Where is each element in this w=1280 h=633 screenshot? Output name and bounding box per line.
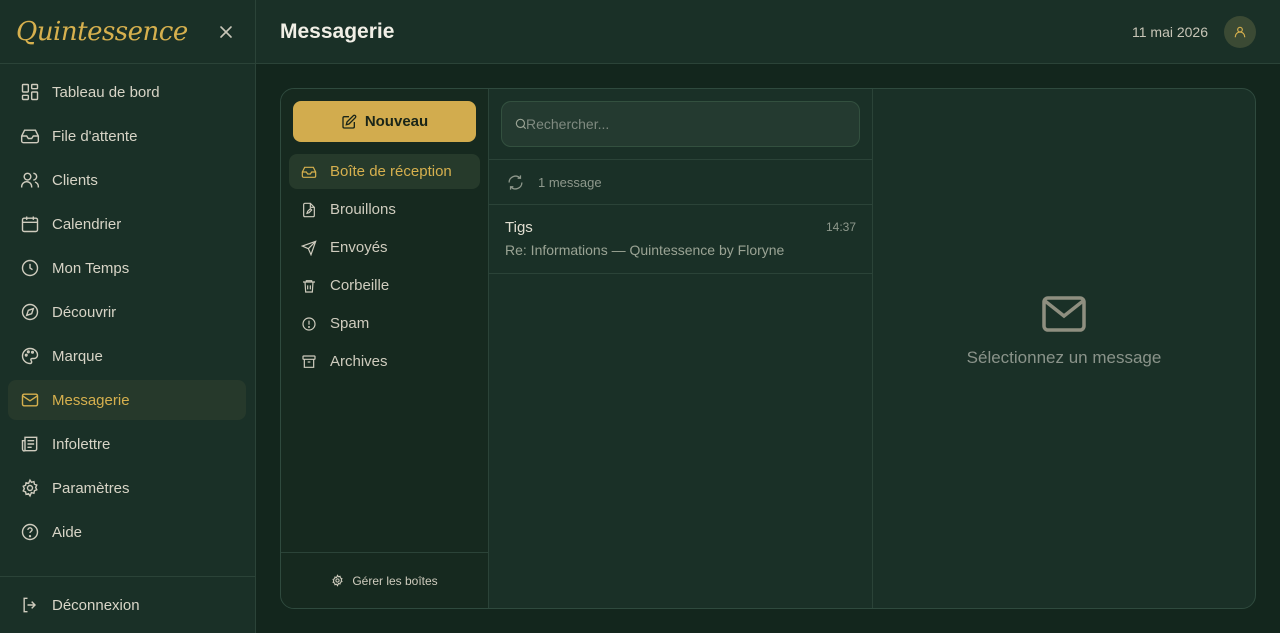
logout-label: Déconnexion	[52, 596, 140, 614]
folder-label: Spam	[330, 315, 370, 332]
close-icon	[220, 25, 232, 38]
sidebar-item-label: Découvrir	[52, 303, 117, 321]
sidebar-item-parametres[interactable]: Paramètres	[8, 468, 246, 508]
avatar[interactable]	[1224, 15, 1256, 48]
folder-trash[interactable]: Corbeille	[289, 268, 480, 303]
sidebar-item-file-attente[interactable]: File d'attente	[8, 116, 246, 156]
manage-mailboxes-button[interactable]: Gérer les boîtes	[281, 552, 488, 608]
folder-label: Corbeille	[330, 277, 390, 294]
sidebar-item-mon-temps[interactable]: Mon Temps	[8, 248, 246, 288]
close-sidebar-button[interactable]	[215, 21, 237, 43]
mail-icon	[21, 393, 39, 407]
gear-icon	[332, 574, 343, 587]
sidebar-nav: Tableau de bord File d'attente Clients C…	[0, 64, 255, 552]
compose-icon	[342, 114, 357, 129]
new-message-button[interactable]: Nouveau	[293, 101, 476, 142]
sidebar-item-aide[interactable]: Aide	[8, 512, 246, 552]
sidebar-item-marque[interactable]: Marque	[8, 336, 246, 376]
folder-label: Brouillons	[330, 201, 396, 218]
folder-drafts[interactable]: Brouillons	[289, 192, 480, 227]
folder-spam[interactable]: Spam	[289, 306, 480, 341]
inbox-tray-icon	[20, 129, 40, 144]
sidebar-item-tableau-de-bord[interactable]: Tableau de bord	[8, 72, 246, 112]
sidebar-item-clients[interactable]: Clients	[8, 160, 246, 200]
message-reader-pane: Sélectionnez un message	[873, 89, 1255, 608]
message-count-row: 1 message	[489, 160, 872, 205]
message-list-pane: 1 message Tigs 14:37 Re: Informations — …	[489, 89, 873, 608]
folder-pane: Nouveau Boîte de réception Brouillons En…	[281, 89, 489, 608]
newspaper-icon	[21, 436, 38, 452]
sidebar-item-label: File d'attente	[52, 127, 138, 145]
logo-row: Quintessence	[0, 0, 255, 64]
folder-label: Envoyés	[330, 239, 388, 256]
search-input[interactable]	[526, 116, 826, 132]
sidebar: Quintessence Tableau de bord File d'atte…	[0, 0, 256, 633]
manage-mailboxes-label: Gérer les boîtes	[352, 573, 438, 588]
mail-panel: Nouveau Boîte de réception Brouillons En…	[280, 88, 1256, 609]
message-count: 1 message	[538, 174, 602, 190]
sidebar-item-label: Messagerie	[52, 391, 130, 409]
folder-inbox[interactable]: Boîte de réception	[289, 154, 480, 189]
user-icon	[1234, 26, 1246, 37]
new-message-label: Nouveau	[364, 113, 429, 130]
brand-logo[interactable]: Quintessence	[16, 17, 188, 47]
folder-sent[interactable]: Envoyés	[289, 230, 480, 265]
folder-list: Boîte de réception Brouillons Envoyés Co…	[289, 154, 480, 382]
trash-icon	[303, 279, 315, 293]
draft-file-icon	[303, 202, 315, 217]
current-date: 11 mai 2026	[1131, 23, 1208, 40]
compass-icon	[21, 303, 39, 321]
sidebar-item-label: Clients	[52, 171, 98, 189]
gear-icon	[22, 478, 38, 498]
sidebar-item-label: Mon Temps	[52, 259, 130, 277]
sidebar-item-label: Infolettre	[52, 435, 111, 453]
sidebar-item-decouvrir[interactable]: Découvrir	[8, 292, 246, 332]
empty-reader-text: Sélectionnez un message	[966, 347, 1162, 367]
send-icon	[301, 239, 317, 256]
help-circle-icon	[21, 523, 39, 541]
sidebar-item-infolettre[interactable]: Infolettre	[8, 424, 246, 464]
sidebar-item-label: Tableau de bord	[52, 83, 160, 101]
dashboard-icon	[21, 83, 39, 101]
page-title: Messagerie	[280, 19, 395, 43]
logout-icon	[23, 597, 37, 613]
top-right-area: 11 mai 2026	[1131, 15, 1256, 48]
top-bar: Messagerie 11 mai 2026	[256, 0, 1280, 64]
folder-archives[interactable]: Archives	[289, 344, 480, 379]
inbox-icon	[301, 166, 317, 178]
sidebar-item-label: Calendrier	[52, 215, 122, 233]
archive-icon	[302, 354, 316, 368]
message-list-item[interactable]: Tigs 14:37 Re: Informations — Quintessen…	[489, 205, 872, 274]
envelope-icon	[1042, 295, 1086, 332]
message-time: 14:37	[825, 220, 856, 234]
sidebar-item-messagerie[interactable]: Messagerie	[8, 380, 246, 420]
clock-icon	[21, 259, 39, 277]
refresh-icon[interactable]	[507, 174, 524, 191]
calendar-icon	[21, 216, 39, 233]
sidebar-item-calendrier[interactable]: Calendrier	[8, 204, 246, 244]
search-box[interactable]	[501, 101, 860, 147]
folder-label: Archives	[330, 353, 388, 370]
alert-circle-icon	[302, 316, 316, 331]
logout-button[interactable]: Déconnexion	[0, 576, 255, 633]
palette-icon	[21, 347, 39, 365]
search-area	[489, 89, 872, 160]
sidebar-item-label: Marque	[52, 347, 103, 365]
message-sender: Tigs	[505, 219, 533, 236]
users-icon	[20, 172, 40, 188]
message-subject: Re: Informations — Quintessence by Flory…	[505, 242, 785, 258]
sidebar-item-label: Aide	[52, 523, 83, 541]
sidebar-item-label: Paramètres	[52, 479, 130, 497]
folder-label: Boîte de réception	[330, 163, 452, 180]
